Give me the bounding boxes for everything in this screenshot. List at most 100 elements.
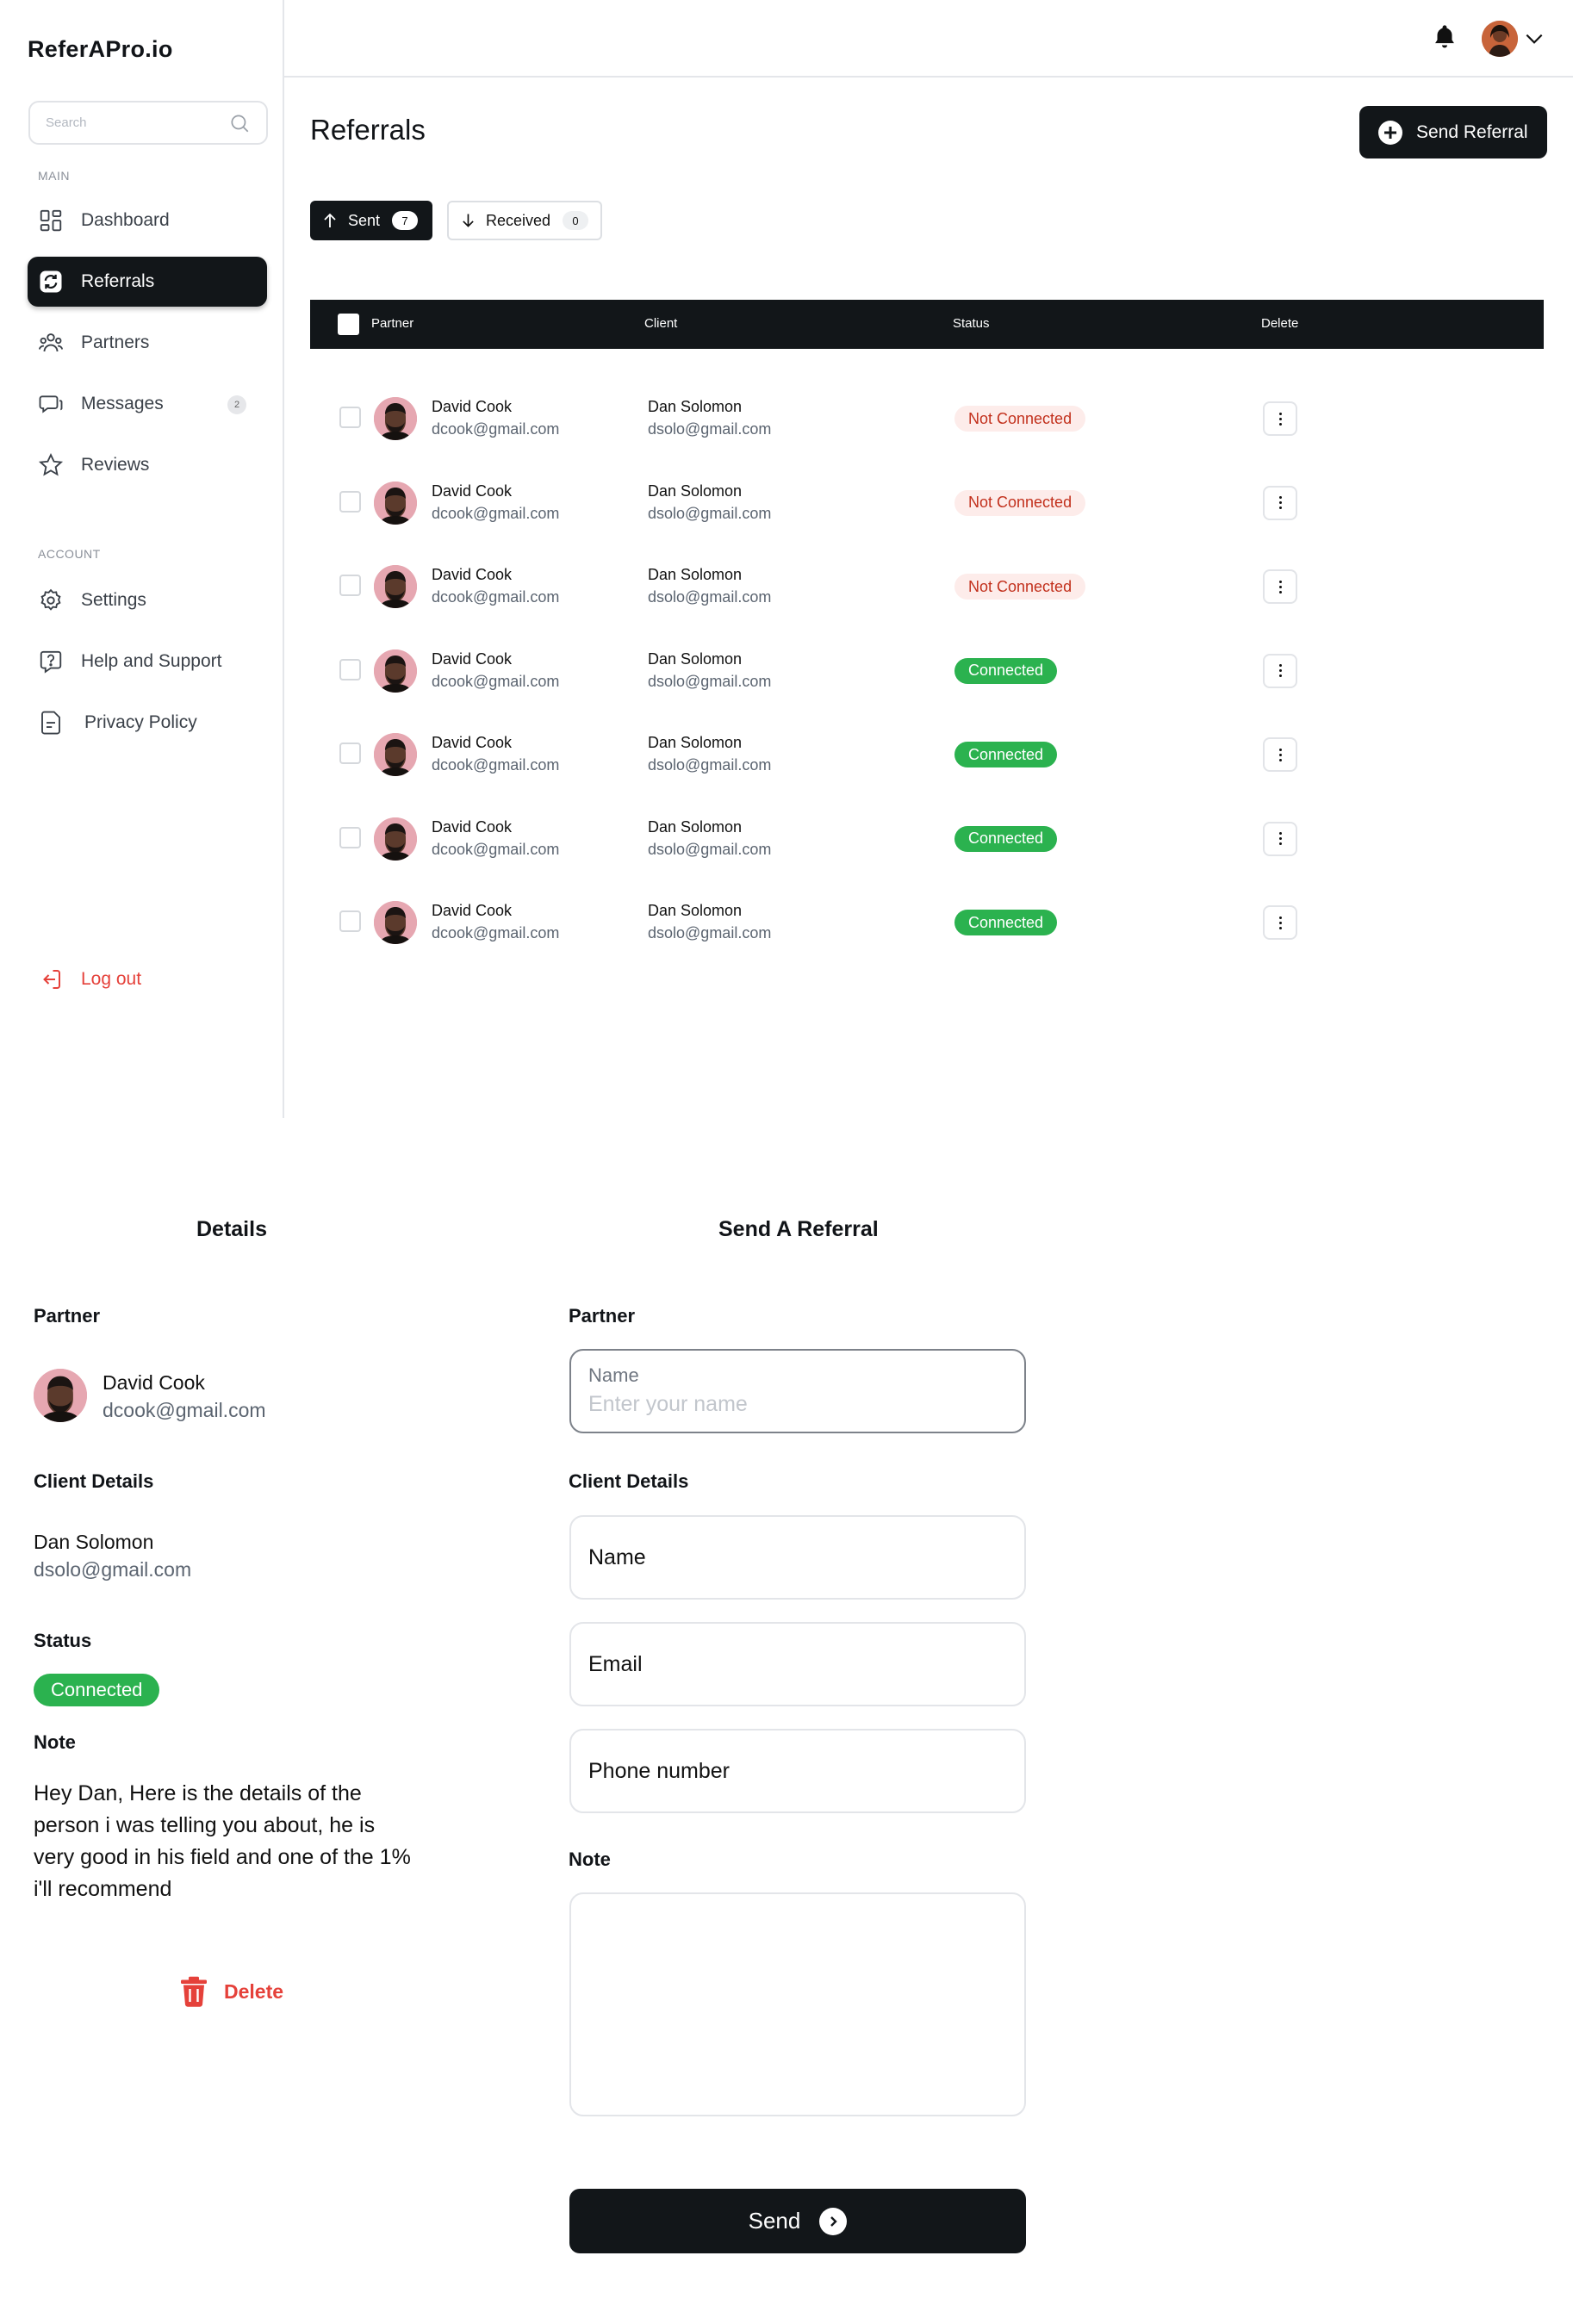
partner-email: dcook@gmail.com xyxy=(432,420,560,438)
client-email: dsolo@gmail.com xyxy=(648,756,772,774)
partner-field-placeholder: Enter your name xyxy=(588,1392,748,1416)
send-label: Send xyxy=(748,2208,801,2234)
column-header-delete: Delete xyxy=(1261,316,1299,331)
tab-sent[interactable]: Sent 7 xyxy=(310,201,432,240)
row-checkbox[interactable] xyxy=(339,910,361,932)
sidebar-item-reviews[interactable]: Reviews xyxy=(28,440,267,490)
column-header-partner: Partner xyxy=(371,316,414,331)
form-partner-label: Partner xyxy=(569,1305,636,1327)
row-checkbox[interactable] xyxy=(339,826,361,848)
client-email: dsolo@gmail.com xyxy=(648,588,772,606)
send-referral-button[interactable]: Send Referral xyxy=(1359,106,1547,158)
table-row[interactable]: David Cook dcook@gmail.com Dan Solomon d… xyxy=(310,380,1544,452)
status-badge: Not Connected xyxy=(954,574,1086,600)
messages-icon xyxy=(36,389,65,419)
table-header: Partner Client Status Delete xyxy=(310,300,1544,349)
dashboard-icon xyxy=(36,206,65,235)
client-name: Dan Solomon xyxy=(648,817,743,836)
more-options-icon[interactable] xyxy=(1263,653,1297,688)
sidebar-item-privacy[interactable]: Privacy Policy xyxy=(28,698,267,748)
table-row[interactable]: David Cook dcook@gmail.com Dan Solomon d… xyxy=(310,884,1544,956)
partner-name: David Cook xyxy=(432,817,513,836)
partner-name-input[interactable]: Name Enter your name xyxy=(569,1349,1026,1433)
logout-button[interactable]: Log out xyxy=(28,954,267,1004)
client-email: dsolo@gmail.com xyxy=(648,672,772,690)
more-options-icon[interactable] xyxy=(1263,485,1297,520)
row-checkbox[interactable] xyxy=(339,490,361,513)
sidebar-item-label: Messages xyxy=(81,394,164,413)
partner-name: David Cook xyxy=(432,902,513,919)
client-email-input[interactable]: Email xyxy=(569,1622,1026,1706)
sidebar: ReferAPro.io Search MAIN Dashboard Refer… xyxy=(0,0,284,1118)
row-checkbox[interactable] xyxy=(339,575,361,596)
bell-icon[interactable] xyxy=(1432,23,1458,53)
section-label-main: MAIN xyxy=(38,169,70,183)
client-name-input[interactable]: Name xyxy=(569,1515,1026,1600)
sidebar-item-settings[interactable]: Settings xyxy=(28,575,267,625)
more-options-icon[interactable] xyxy=(1263,821,1297,856)
arrow-up-icon xyxy=(324,213,336,227)
partner-avatar xyxy=(374,397,417,440)
details-partner-name: David Cook xyxy=(103,1371,205,1394)
tab-received[interactable]: Received 0 xyxy=(447,201,602,240)
partner-email: dcook@gmail.com xyxy=(432,840,560,858)
delete-button[interactable]: Delete xyxy=(181,1976,283,2007)
more-options-icon[interactable] xyxy=(1263,737,1297,772)
table-row[interactable]: David Cook dcook@gmail.com Dan Solomon d… xyxy=(310,800,1544,873)
row-checkbox[interactable] xyxy=(339,743,361,764)
sidebar-item-partners[interactable]: Partners xyxy=(28,318,267,368)
column-header-client: Client xyxy=(644,316,678,331)
referrals-icon xyxy=(36,267,65,296)
more-options-icon[interactable] xyxy=(1263,569,1297,604)
page-title: Referrals xyxy=(310,114,426,146)
sidebar-item-label: Privacy Policy xyxy=(84,712,197,732)
search-placeholder: Search xyxy=(46,115,87,130)
partner-name: David Cook xyxy=(432,734,513,751)
user-avatar[interactable] xyxy=(1482,21,1518,57)
partner-avatar xyxy=(374,817,417,861)
client-email: dsolo@gmail.com xyxy=(648,420,772,438)
client-email: dsolo@gmail.com xyxy=(648,924,772,941)
partners-icon xyxy=(36,328,65,357)
details-note-label: Note xyxy=(34,1731,76,1753)
client-name: Dan Solomon xyxy=(648,902,743,919)
table-row[interactable]: David Cook dcook@gmail.com Dan Solomon d… xyxy=(310,716,1544,788)
more-options-icon[interactable] xyxy=(1263,401,1297,436)
client-phone-input[interactable]: Phone number xyxy=(569,1729,1026,1813)
sidebar-item-help[interactable]: Help and Support xyxy=(28,637,267,687)
sidebar-item-messages[interactable]: Messages 2 xyxy=(28,379,267,429)
more-options-icon[interactable] xyxy=(1263,905,1297,940)
partner-email: dcook@gmail.com xyxy=(432,504,560,522)
section-label-account: ACCOUNT xyxy=(38,547,101,561)
search-icon xyxy=(231,114,249,132)
form-title: Send A Referral xyxy=(718,1217,879,1241)
search-input[interactable]: Search xyxy=(28,101,268,145)
details-partner-email: dcook@gmail.com xyxy=(103,1399,266,1421)
sidebar-item-label: Settings xyxy=(81,590,146,610)
sidebar-item-label: Reviews xyxy=(81,455,150,475)
app-logo[interactable]: ReferAPro.io xyxy=(28,36,173,63)
row-checkbox[interactable] xyxy=(339,658,361,680)
partner-avatar xyxy=(374,481,417,525)
sidebar-item-dashboard[interactable]: Dashboard xyxy=(28,196,267,245)
partner-avatar xyxy=(374,565,417,608)
select-all-checkbox[interactable] xyxy=(338,314,359,335)
client-email: dsolo@gmail.com xyxy=(648,840,772,858)
form-client-label: Client Details xyxy=(569,1470,689,1492)
partner-name: David Cook xyxy=(432,566,513,583)
details-status-badge: Connected xyxy=(34,1674,160,1706)
sidebar-item-referrals[interactable]: Referrals xyxy=(28,257,267,307)
partner-email: dcook@gmail.com xyxy=(432,756,560,774)
table-row[interactable]: David Cook dcook@gmail.com Dan Solomon d… xyxy=(310,632,1544,705)
table-row[interactable]: David Cook dcook@gmail.com Dan Solomon d… xyxy=(310,548,1544,620)
status-badge: Not Connected xyxy=(954,489,1086,516)
row-checkbox[interactable] xyxy=(339,407,361,428)
sidebar-item-label: Partners xyxy=(81,332,150,352)
chevron-down-icon[interactable] xyxy=(1523,29,1545,48)
send-button[interactable]: Send xyxy=(569,2189,1026,2253)
messages-count-badge: 2 xyxy=(227,395,246,414)
note-textarea[interactable] xyxy=(569,1892,1026,2116)
arrow-down-icon xyxy=(463,214,474,227)
details-client-name: Dan Solomon xyxy=(34,1531,154,1553)
table-row[interactable]: David Cook dcook@gmail.com Dan Solomon d… xyxy=(310,464,1544,537)
